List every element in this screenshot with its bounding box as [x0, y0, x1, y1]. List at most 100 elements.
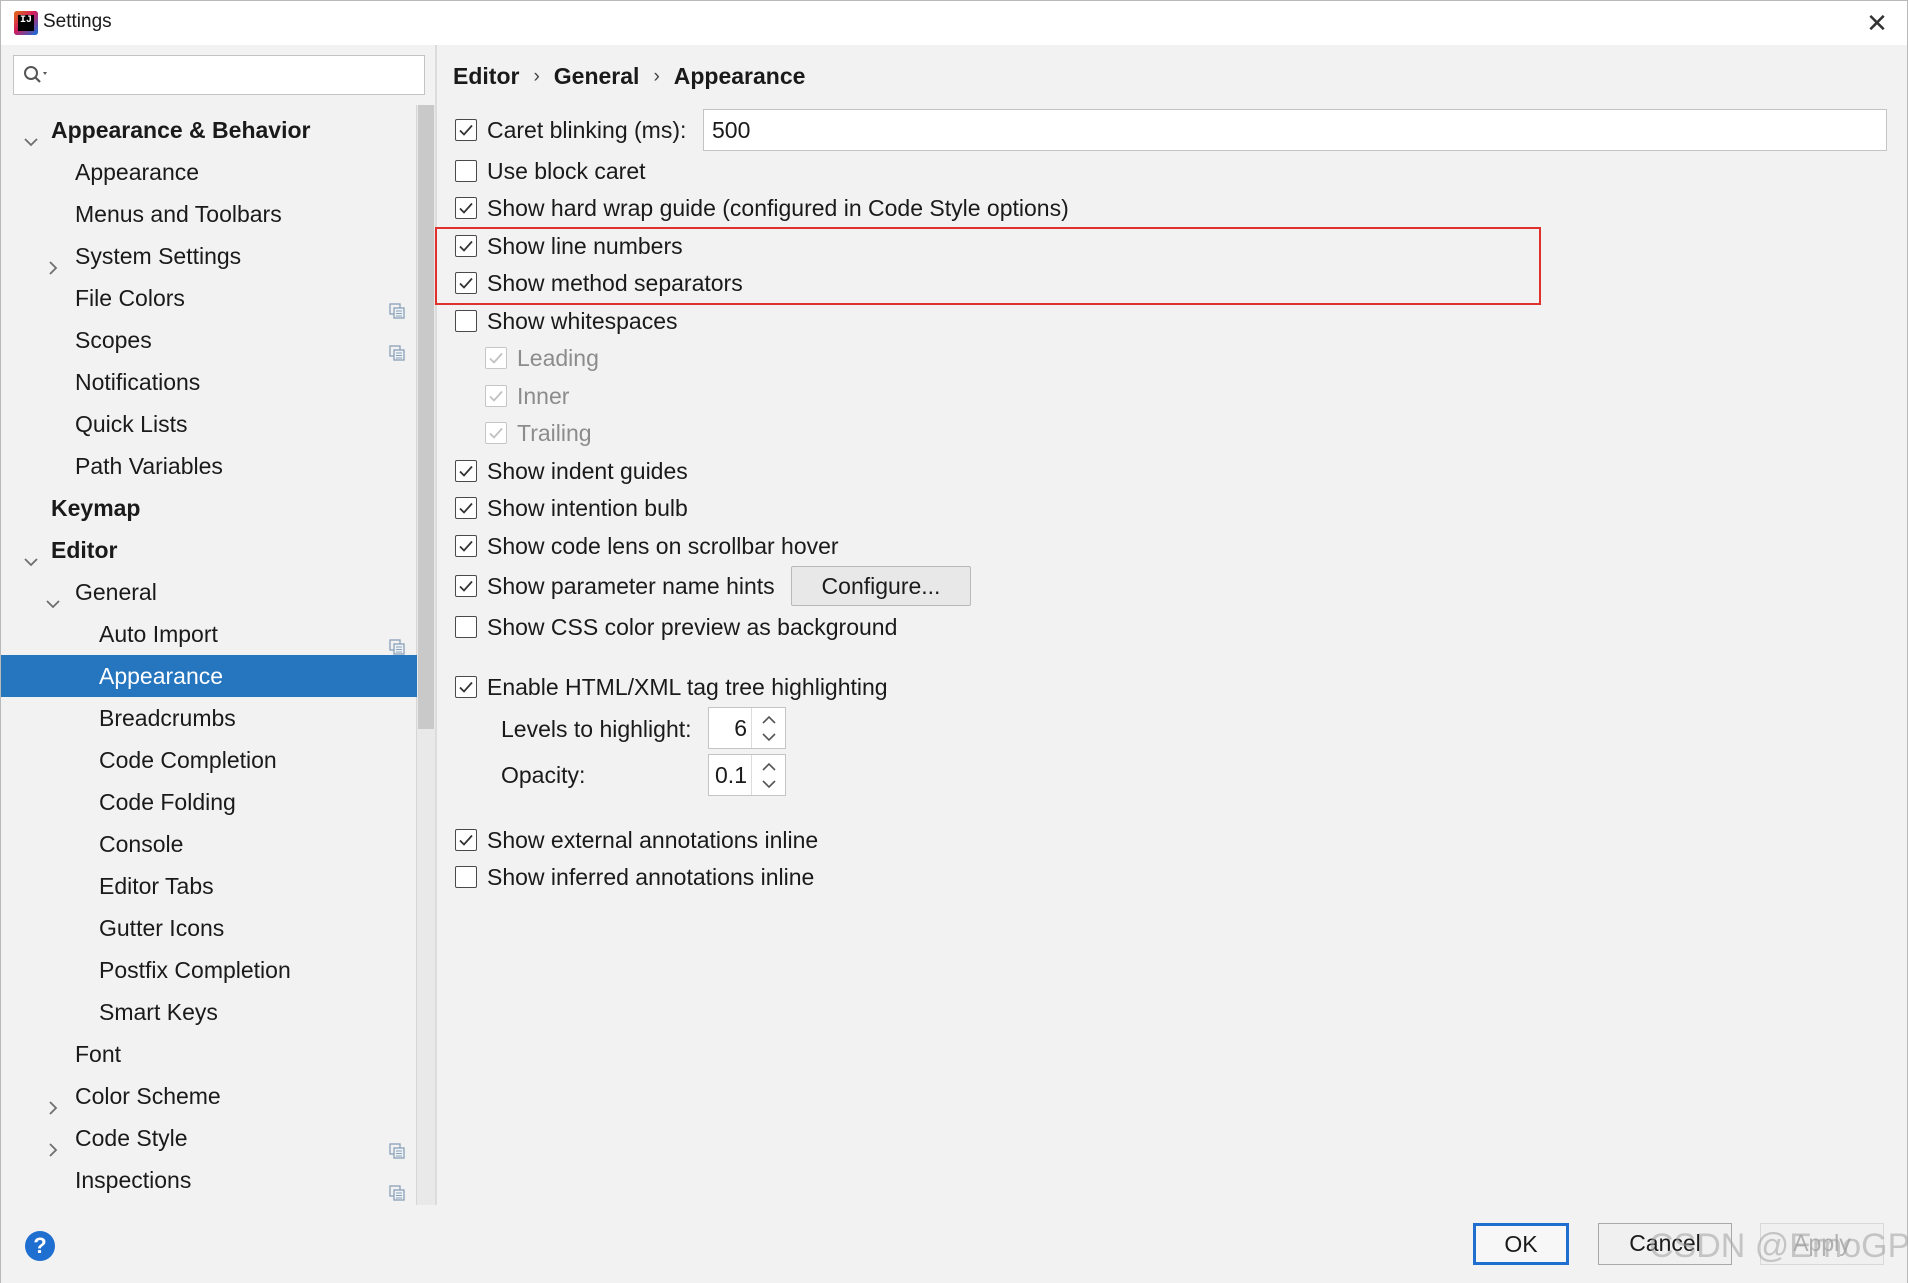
- chevron-right-icon[interactable]: [45, 1087, 61, 1115]
- param-hints-checkbox[interactable]: [455, 575, 477, 597]
- sidebar-item-keymap[interactable]: Keymap: [1, 487, 435, 529]
- caret-blinking-checkbox[interactable]: [455, 119, 477, 141]
- sidebar-item-color-scheme[interactable]: Color Scheme: [1, 1075, 435, 1117]
- sidebar-item-appearance-behavior[interactable]: Appearance & Behavior: [1, 109, 435, 151]
- settings-window: IJ Settings ✕ Appearance & Behavior Appea…: [0, 0, 1908, 1283]
- project-level-icon: [389, 626, 405, 655]
- sidebar-item-code-style[interactable]: Code Style: [1, 1117, 435, 1159]
- sidebar-scrollbar-thumb[interactable]: [418, 105, 434, 729]
- sidebar-item-code-completion[interactable]: Code Completion: [1, 739, 435, 781]
- sidebar-item-breadcrumbs[interactable]: Breadcrumbs: [1, 697, 435, 739]
- sidebar-item-label: Breadcrumbs: [99, 705, 236, 731]
- sidebar-item-path-variables[interactable]: Path Variables: [1, 445, 435, 487]
- project-level-icon: [389, 1172, 405, 1201]
- sidebar-item-quick-lists[interactable]: Quick Lists: [1, 403, 435, 445]
- opacity-spinner[interactable]: 0.1: [708, 754, 786, 796]
- watermark: CSDN @ErnoGP: [1649, 1227, 1908, 1265]
- sidebar-item-label: Code Completion: [99, 747, 277, 773]
- sidebar-item-general[interactable]: General: [1, 571, 435, 613]
- trailing-checkbox: [485, 422, 507, 444]
- sidebar-item-label: Editor Tabs: [99, 873, 214, 899]
- opacity-value[interactable]: 0.1: [715, 755, 747, 795]
- highlight-annotation-box: [435, 227, 1541, 305]
- sidebar-item-label: Postfix Completion: [99, 957, 291, 983]
- css-color-preview-label: Show CSS color preview as background: [487, 614, 898, 640]
- sidebar-item-inspections[interactable]: Inspections: [1, 1159, 435, 1201]
- tag-tree-highlighting-label: Enable HTML/XML tag tree highlighting: [487, 674, 888, 700]
- sidebar-item-label: Smart Keys: [99, 999, 218, 1025]
- chevron-up-icon[interactable]: [761, 714, 777, 726]
- opacity-spinner-buttons[interactable]: [751, 755, 785, 795]
- inferred-annotations-checkbox[interactable]: [455, 866, 477, 888]
- sidebar-item-label: Path Variables: [75, 453, 223, 479]
- sidebar-item-label: File Colors: [75, 285, 185, 311]
- sidebar-item-system-settings[interactable]: System Settings: [1, 235, 435, 277]
- chevron-right-icon[interactable]: [45, 1129, 61, 1157]
- levels-to-highlight-value[interactable]: 6: [734, 708, 747, 748]
- levels-spinner-buttons[interactable]: [751, 708, 785, 748]
- code-lens-label: Show code lens on scrollbar hover: [487, 533, 839, 559]
- hard-wrap-guide-label: Show hard wrap guide (configured in Code…: [487, 195, 1069, 221]
- css-color-preview-checkbox[interactable]: [455, 616, 477, 638]
- levels-to-highlight-spinner[interactable]: 6: [708, 707, 786, 749]
- sidebar-item-appearance[interactable]: Appearance: [1, 151, 435, 193]
- tag-tree-highlighting-checkbox[interactable]: [455, 676, 477, 698]
- project-level-icon: [389, 332, 405, 361]
- indent-guides-checkbox[interactable]: [455, 460, 477, 482]
- caret-blinking-input[interactable]: 500: [703, 109, 1887, 151]
- sidebar-item-file-colors[interactable]: File Colors: [1, 277, 435, 319]
- configure-button[interactable]: Configure...: [791, 566, 971, 606]
- dialog-footer: ? OK Cancel Apply: [1, 1205, 1907, 1283]
- sidebar-item-label: Inspections: [75, 1167, 192, 1193]
- sidebar-item-auto-import[interactable]: Auto Import: [1, 613, 435, 655]
- sidebar-item-code-folding[interactable]: Code Folding: [1, 781, 435, 823]
- chevron-up-icon[interactable]: [761, 761, 777, 773]
- sidebar-item-label: General: [75, 579, 157, 605]
- chevron-right-icon[interactable]: [45, 247, 61, 275]
- chevron-down-icon[interactable]: [23, 541, 39, 567]
- settings-search-input[interactable]: [13, 55, 425, 95]
- breadcrumb-separator: ›: [533, 66, 540, 87]
- whitespaces-checkbox[interactable]: [455, 310, 477, 332]
- external-annotations-checkbox[interactable]: [455, 829, 477, 851]
- settings-tree: Appearance & Behavior Appearance Menus and…: [1, 105, 435, 1205]
- sidebar-item-label: Auto Import: [99, 621, 218, 647]
- chevron-down-icon[interactable]: [761, 778, 777, 790]
- sidebar-item-notifications[interactable]: Notifications: [1, 361, 435, 403]
- ok-button[interactable]: OK: [1473, 1223, 1569, 1265]
- leading-label: Leading: [517, 345, 599, 371]
- inner-label: Inner: [517, 383, 570, 409]
- sidebar-item-label: Code Folding: [99, 789, 236, 815]
- help-icon[interactable]: ?: [25, 1231, 55, 1261]
- intellij-app-icon: IJ: [14, 11, 38, 35]
- close-icon[interactable]: ✕: [1861, 7, 1893, 39]
- sidebar-item-gutter-icons[interactable]: Gutter Icons: [1, 907, 435, 949]
- sidebar-item-menus-and-toolbars[interactable]: Menus and Toolbars: [1, 193, 435, 235]
- sidebar-item-postfix-completion[interactable]: Postfix Completion: [1, 949, 435, 991]
- param-hints-label: Show parameter name hints: [487, 573, 775, 599]
- search-icon[interactable]: [22, 64, 52, 86]
- intention-bulb-checkbox[interactable]: [455, 497, 477, 519]
- sidebar-scrollbar[interactable]: [417, 105, 435, 1205]
- sidebar-item-font[interactable]: Font: [1, 1033, 435, 1075]
- chevron-down-icon[interactable]: [23, 121, 39, 147]
- inner-checkbox: [485, 385, 507, 407]
- chevron-down-icon[interactable]: [45, 583, 61, 609]
- code-lens-checkbox[interactable]: [455, 535, 477, 557]
- sidebar-item-console[interactable]: Console: [1, 823, 435, 865]
- checkmark-icon: [489, 352, 503, 364]
- sidebar-item-label: Notifications: [75, 369, 201, 395]
- sidebar-item-scopes[interactable]: Scopes: [1, 319, 435, 361]
- project-level-icon: [389, 290, 405, 319]
- sidebar-item-editor-tabs[interactable]: Editor Tabs: [1, 865, 435, 907]
- checkmark-icon: [459, 540, 473, 552]
- hard-wrap-guide-checkbox[interactable]: [455, 197, 477, 219]
- sidebar-item-editor[interactable]: Editor: [1, 529, 435, 571]
- chevron-down-icon[interactable]: [761, 731, 777, 743]
- sidebar-item-label: System Settings: [75, 243, 242, 269]
- sidebar-item-appearance[interactable]: Appearance: [1, 655, 435, 697]
- use-block-caret-checkbox[interactable]: [455, 160, 477, 182]
- sidebar-item-smart-keys[interactable]: Smart Keys: [1, 991, 435, 1033]
- opacity-row: Opacity:: [501, 758, 585, 792]
- leading-checkbox: [485, 347, 507, 369]
